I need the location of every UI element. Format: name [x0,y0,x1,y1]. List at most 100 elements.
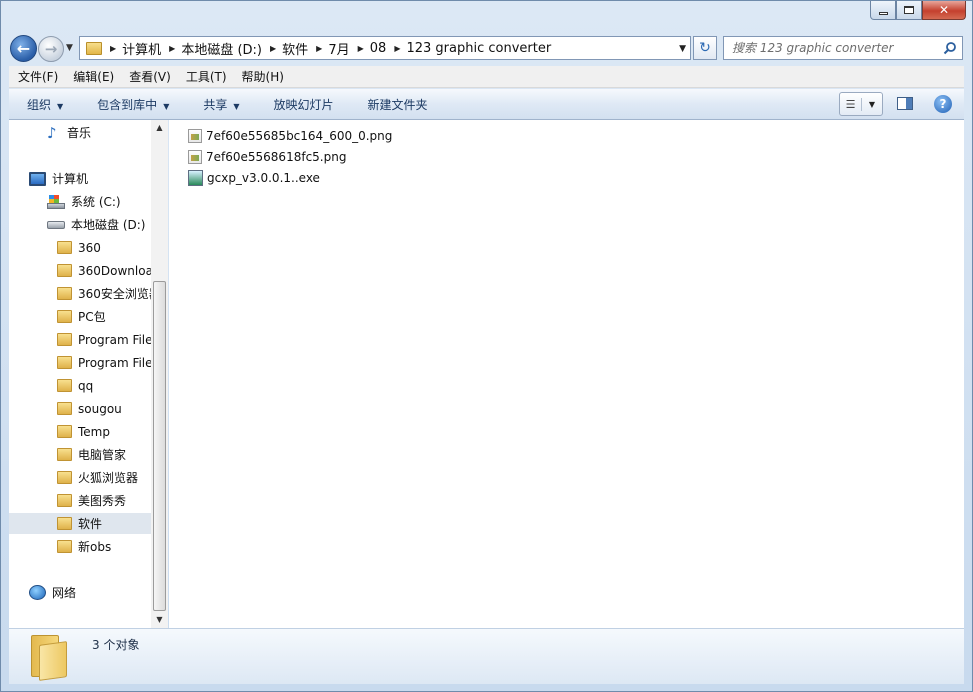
sidebar-item[interactable]: 360 [9,237,151,258]
search-box[interactable] [723,36,963,60]
chevron-right-icon[interactable]: ▶ [110,44,116,53]
organize-button[interactable]: 组织 ▼ [9,96,79,113]
sidebar-item-label: qq [78,378,94,393]
menu-file[interactable]: 文件(F) [9,68,64,85]
folder-icon [57,517,72,530]
folder-icon [29,635,71,681]
chevron-right-icon[interactable]: ▶ [270,44,276,53]
sidebar-item[interactable]: 计算机 [9,168,151,189]
sidebar-item-label: 电脑管家 [78,448,127,462]
sidebar-item[interactable]: Program Files [9,352,151,373]
maximize-button[interactable] [896,1,922,20]
scroll-down-arrow-icon[interactable]: ▼ [151,612,168,628]
sidebar-item-label: Program Files [78,355,151,370]
help-icon[interactable]: ? [934,95,952,113]
sidebar-item[interactable]: 本地磁盘 (D:) [9,214,151,235]
address-bar[interactable]: ▶ 计算机 ▶ 本地磁盘 (D:) ▶ 软件 ▶ 7月 ▶ 08 ▶ 123 g… [79,36,691,60]
sidebar-item-label: sougou [78,401,122,416]
status-bar: 3 个对象 [9,628,964,684]
address-history-dropdown[interactable]: ▼ [679,44,686,54]
sidebar-item[interactable]: 360Download [9,260,151,281]
computer-icon [29,171,46,186]
chevron-right-icon[interactable]: ▶ [358,44,364,53]
breadcrumb-drive-d[interactable]: 本地磁盘 (D:) [181,39,262,58]
sidebar-item[interactable]: ♪ 音乐 [9,122,151,143]
sidebar-item[interactable]: 软件 [9,513,151,534]
close-button[interactable]: ✕ [922,1,966,20]
breadcrumb-current-folder[interactable]: 123 graphic converter [406,41,551,56]
change-view-button[interactable]: ☰ ▼ [839,92,883,116]
back-arrow-icon: ← [16,39,31,58]
forward-button[interactable]: → [38,36,64,62]
sidebar-item[interactable]: 电脑管家 [9,444,151,465]
sidebar-item[interactable]: sougou [9,398,151,419]
preview-pane-icon[interactable] [897,97,913,110]
sidebar-item[interactable]: 美图秀秀 [9,490,151,511]
sidebar-item-label: 360 [78,240,101,255]
scroll-up-arrow-icon[interactable]: ▲ [151,120,168,136]
image-file-icon [188,150,202,164]
new-folder-button[interactable]: 新建文件夹 [350,96,444,113]
search-icon[interactable] [943,41,957,55]
navigation-tree: ♪ 音乐计算机系统 (C:) 本地磁盘 (D:) 360 360Download 360安… [9,120,151,628]
file-item[interactable]: gcxp_v3.0.0.1..exe [188,168,320,188]
nav-pane-scrollbar[interactable]: ▲ ▼ [151,120,168,628]
sidebar-item-label: 火狐浏览器 [78,471,139,485]
sidebar-item-label: PC包 [78,310,106,324]
image-file-icon [188,129,202,143]
organize-label: 组织 [27,97,52,112]
sidebar-item[interactable]: qq [9,375,151,396]
refresh-button[interactable]: ↻ [693,36,717,60]
chevron-down-icon[interactable]: ▼ [862,100,882,109]
menu-tools[interactable]: 工具(T) [177,68,233,85]
sidebar-item[interactable]: 网络 [9,582,151,603]
scrollbar-thumb[interactable] [153,281,166,611]
breadcrumb-computer[interactable]: 计算机 [122,39,161,58]
sidebar-item[interactable]: 系统 (C:) [9,191,151,212]
recent-pages-dropdown[interactable]: ▼ [66,43,73,53]
folder-icon [57,379,72,392]
chevron-right-icon[interactable]: ▶ [316,44,322,53]
file-item[interactable]: 7ef60e55685bc164_600_0.png [188,126,392,146]
breadcrumb-software[interactable]: 软件 [282,39,308,58]
sidebar-item-label: Program Files [78,332,151,347]
include-in-library-button[interactable]: 包含到库中 ▼ [79,96,185,113]
folder-icon [86,41,102,55]
file-item[interactable]: 7ef60e5568618fc5.png [188,147,346,167]
breadcrumb-08[interactable]: 08 [370,41,387,56]
sidebar-item[interactable]: 火狐浏览器 [9,467,151,488]
chevron-right-icon[interactable]: ▶ [169,44,175,53]
executable-icon [188,170,203,186]
sidebar-item[interactable]: Temp [9,421,151,442]
drive-d-icon [47,220,65,229]
folder-icon [57,494,72,507]
menu-view[interactable]: 查看(V) [120,68,177,85]
chevron-right-icon[interactable]: ▶ [394,44,400,53]
menu-help[interactable]: 帮助(H) [233,68,290,85]
sidebar-item-label: 系统 (C:) [71,195,121,209]
sidebar-item[interactable]: 360安全浏览器 [9,283,151,304]
drive-c-icon [47,194,65,209]
sidebar-item-label: 网络 [52,586,77,600]
back-button[interactable]: ← [10,35,37,62]
slideshow-button[interactable]: 放映幻灯片 [256,96,350,113]
sidebar-item[interactable]: 新obs [9,536,151,557]
folder-icon [57,287,72,300]
search-input[interactable] [732,40,937,56]
forward-arrow-icon: → [44,40,58,58]
file-name: 7ef60e55685bc164_600_0.png [206,129,393,143]
chevron-down-icon: ▼ [233,101,240,111]
share-button[interactable]: 共享 ▼ [185,96,255,113]
menu-edit[interactable]: 编辑(E) [64,68,120,85]
minimize-button[interactable] [870,1,896,20]
file-name: gcxp_v3.0.0.1..exe [207,171,320,185]
sidebar-item[interactable]: Program Files [9,329,151,350]
folder-icon [57,448,72,461]
folder-icon [57,402,72,415]
sidebar-item[interactable]: PC包 [9,306,151,327]
sidebar-item-label: 360Download [78,263,151,278]
view-details-icon[interactable]: ☰ [840,97,862,111]
breadcrumb-july[interactable]: 7月 [328,39,349,58]
navigation-pane: ♪ 音乐计算机系统 (C:) 本地磁盘 (D:) 360 360Download 360安… [9,120,168,628]
refresh-icon: ↻ [699,40,711,56]
